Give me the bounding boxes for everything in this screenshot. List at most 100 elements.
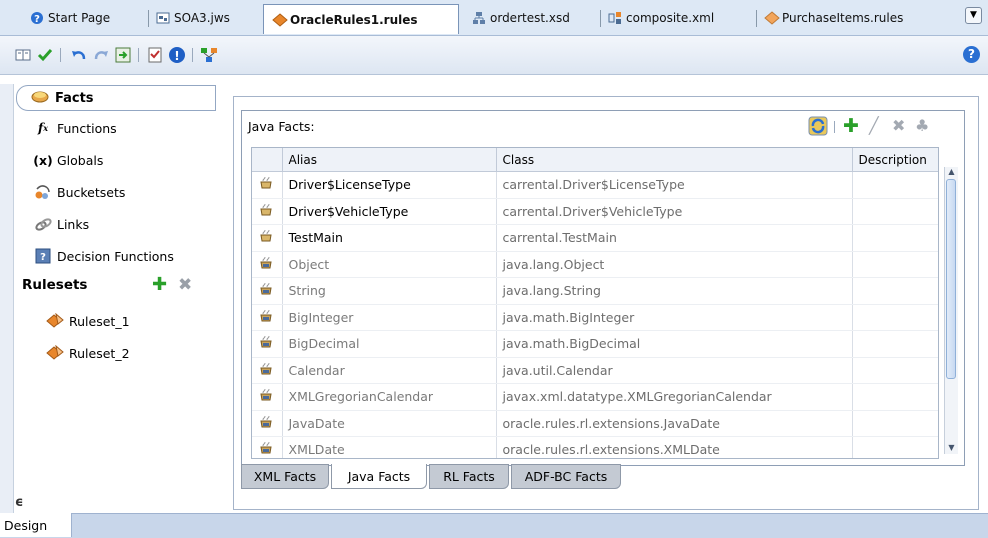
table-row[interactable]: BigDecimal java.math.BigDecimal [252,330,938,358]
description-cell[interactable] [852,224,938,252]
tab-list-dropdown-button[interactable]: ▼ [965,7,982,24]
add-ruleset-button[interactable]: ✚ [152,275,167,295]
description-cell[interactable] [852,198,938,225]
table-header-row: Alias Class Description [252,148,938,172]
tab-label: composite.xml [626,11,715,25]
delete-ruleset-button[interactable]: ✖ [178,275,192,295]
checklist-icon[interactable] [146,46,164,64]
java-class-icon [252,436,283,458]
collapse-panel-icon[interactable]: ϵ [15,495,23,510]
alias-cell[interactable]: XMLGregorianCalendar [282,383,497,411]
table-row[interactable]: Driver$LicenseType carrental.Driver$Licen… [252,171,938,199]
undo-icon[interactable] [70,46,88,64]
description-cell[interactable] [852,410,938,437]
description-cell[interactable] [852,357,938,384]
tab-ordertest-xsd[interactable]: ordertest.xsd [464,5,578,31]
table-row[interactable]: BigInteger java.math.BigInteger [252,304,938,331]
tab-purchaseitems-rules[interactable]: PurchaseItems.rules [756,5,911,31]
table-row[interactable]: Driver$VehicleType carrental.Driver$Vehic… [252,198,938,225]
tab-java-facts[interactable]: Java Facts [331,464,427,489]
scroll-down-icon[interactable]: ▼ [945,443,958,454]
column-header-description[interactable]: Description [852,148,938,172]
column-header-class[interactable]: Class [496,148,853,172]
table-row[interactable]: Calendar java.util.Calendar [252,357,938,384]
scroll-up-icon[interactable]: ▲ [945,167,958,178]
table-row[interactable]: TestMain carrental.TestMain [252,224,938,252]
alias-cell[interactable]: Driver$LicenseType [282,171,497,199]
nav-item-links[interactable]: Links [34,213,89,235]
nav-item-ruleset-1[interactable]: Ruleset_1 [46,310,130,332]
table-row[interactable]: JavaDate oracle.rules.rl.extensions.JavaD… [252,410,938,437]
class-cell[interactable]: javax.xml.datatype.XMLGregorianCalendar [496,383,853,411]
java-facts-title: Java Facts: [248,119,315,134]
alias-cell[interactable]: String [282,277,497,305]
alias-cell[interactable]: BigInteger [282,304,497,331]
description-cell[interactable] [852,171,938,199]
tab-oraclerules1-rules[interactable]: OracleRules1.rules [263,4,459,34]
nav-item-decision-functions[interactable]: ? Decision Functions [34,245,174,267]
tab-label: XML Facts [253,469,317,484]
extract-fact-button[interactable]: ♣ [915,117,929,135]
plus-icon: ✚ [152,274,168,295]
description-cell[interactable] [852,330,938,358]
facts-label: Facts [55,90,94,106]
description-cell[interactable] [852,304,938,331]
tab-composite-xml[interactable]: composite.xml [600,5,722,31]
editor-tab-strip: ? Start Page SOA3.jws OracleRules1.rules… [0,0,988,36]
help-button[interactable]: ? [963,46,980,63]
edit-fact-button[interactable]: ╱ [869,117,879,135]
alias-cell[interactable]: JavaDate [282,410,497,437]
tab-start-page[interactable]: ? Start Page [22,5,118,31]
info-icon[interactable]: ! [168,46,186,64]
nav-item-bucketsets[interactable]: Bucketsets [34,181,125,203]
alias-cell[interactable]: Calendar [282,357,497,384]
class-cell[interactable]: java.util.Calendar [496,357,853,384]
table-row[interactable]: XMLGregorianCalendar javax.xml.datatype.X… [252,383,938,411]
add-fact-button[interactable]: ✚ [843,117,859,136]
scrollbar-thumb[interactable] [946,179,956,379]
chevron-down-icon: ▼ [970,10,977,20]
class-cell[interactable]: java.lang.String [496,277,853,305]
tab-xml-facts[interactable]: XML Facts [241,464,329,489]
nav-item-ruleset-2[interactable]: Ruleset_2 [46,342,130,364]
table-row[interactable]: String java.lang.String [252,277,938,305]
dependency-graph-icon[interactable] [200,46,218,64]
redo-icon[interactable] [92,46,110,64]
table-row[interactable]: XMLDate oracle.rules.rl.extensions.XMLDat… [252,436,938,458]
alias-cell[interactable]: BigDecimal [282,330,497,358]
pencil-icon: ╱ [869,116,879,135]
class-cell[interactable]: carrental.TestMain [496,224,853,252]
tab-soa3-jws[interactable]: SOA3.jws [148,5,238,31]
tab-design[interactable]: Design [0,513,72,537]
alias-cell[interactable]: TestMain [282,224,497,252]
delete-fact-button[interactable]: ✖ [892,117,905,135]
description-cell[interactable] [852,383,938,411]
column-header-alias[interactable]: Alias [282,148,497,172]
class-cell[interactable]: oracle.rules.rl.extensions.XMLDate [496,436,853,458]
class-cell[interactable]: carrental.Driver$VehicleType [496,198,853,225]
nav-item-functions[interactable]: fx Functions [34,117,117,139]
svg-text:?: ? [40,252,46,263]
description-cell[interactable] [852,436,938,458]
alias-cell[interactable]: Driver$VehicleType [282,198,497,225]
class-cell[interactable]: oracle.rules.rl.extensions.JavaDate [496,410,853,437]
description-cell[interactable] [852,277,938,305]
validate-check-icon[interactable] [36,46,54,64]
alias-cell[interactable]: Object [282,251,497,278]
import-icon[interactable] [114,46,132,64]
class-cell[interactable]: java.math.BigDecimal [496,330,853,358]
table-vertical-scrollbar[interactable]: ▲ ▼ [944,167,958,454]
class-cell[interactable]: carrental.Driver$LicenseType [496,171,853,199]
alias-cell[interactable]: XMLDate [282,436,497,458]
java-class-icon [252,171,283,199]
tab-rl-facts[interactable]: RL Facts [429,464,509,489]
class-cell[interactable]: java.lang.Object [496,251,853,278]
refresh-button[interactable] [808,116,828,136]
nav-item-globals[interactable]: (x) Globals [33,149,103,171]
book-icon[interactable] [14,46,32,64]
description-cell[interactable] [852,251,938,278]
class-cell[interactable]: java.math.BigInteger [496,304,853,331]
tab-adf-bc-facts[interactable]: ADF-BC Facts [511,464,621,489]
nav-item-facts[interactable]: Facts [16,85,216,111]
table-row[interactable]: Object java.lang.Object [252,251,938,278]
